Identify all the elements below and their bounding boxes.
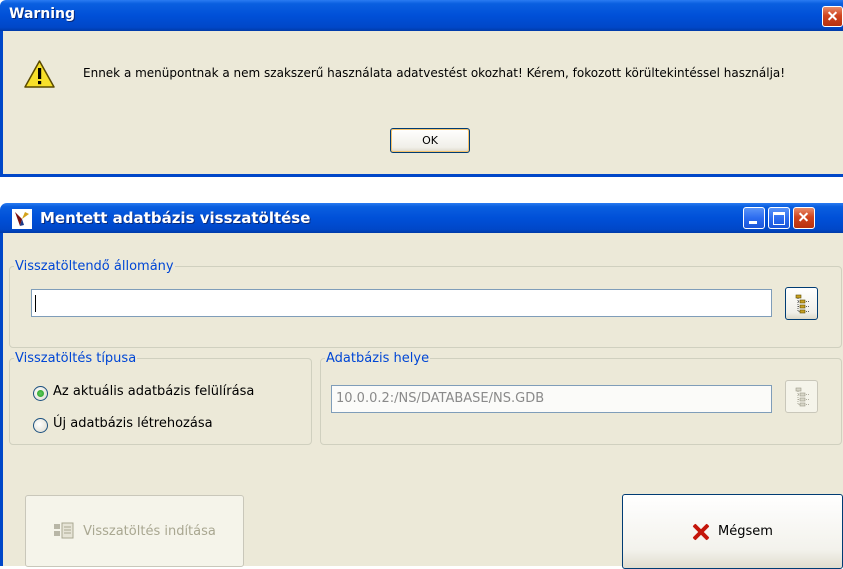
db-location-legend: Adatbázis helye [326, 351, 430, 366]
database-restore-icon [54, 522, 74, 539]
restore-type-legend: Visszatöltés típusa [15, 351, 137, 366]
text-caret [35, 295, 36, 312]
restore-title-bar[interactable]: Mentett adatbázis visszatöltése [0, 203, 843, 233]
folder-tree-icon [795, 387, 809, 407]
ok-button[interactable]: OK [390, 128, 470, 153]
radio-button[interactable] [33, 418, 48, 433]
cancel-label: Mégsem [718, 524, 773, 539]
db-location-input: 10.0.0.2:/NS/DATABASE/NS.GDB [331, 385, 772, 413]
warning-border [0, 174, 843, 177]
warning-close-button[interactable] [822, 6, 843, 27]
cancel-button[interactable]: Mégsem [622, 494, 843, 569]
warning-message: Ennek a menüpontnak a nem szakszerű hasz… [83, 66, 786, 80]
warning-triangle-icon [24, 60, 55, 88]
radio-overwrite-label: Az aktuális adatbázis felülírása [53, 384, 255, 399]
start-restore-button: Visszatöltés indítása [25, 495, 244, 567]
folder-tree-icon [795, 294, 809, 314]
app-icon [12, 209, 32, 229]
restore-close-button[interactable] [793, 207, 815, 229]
warning-dialog: Warning Ennek a menüpontnak a nem szaksz… [0, 0, 843, 177]
cancel-x-icon [692, 523, 710, 541]
window-title: Mentett adatbázis visszatöltése [40, 209, 311, 227]
radio-create-new-label: Új adatbázis létrehozása [53, 416, 213, 431]
minimize-button[interactable] [743, 207, 765, 229]
warning-title-bar[interactable]: Warning [0, 0, 843, 31]
db-browse-button [785, 380, 818, 413]
warning-body [0, 31, 843, 177]
file-path-input[interactable] [31, 289, 772, 317]
warning-title: Warning [9, 6, 76, 22]
file-browse-button[interactable] [785, 287, 818, 320]
maximize-button[interactable] [768, 207, 790, 229]
file-group-legend: Visszatöltendő állomány [15, 259, 174, 274]
start-restore-label: Visszatöltés indítása [83, 523, 216, 539]
radio-button-selected[interactable] [33, 386, 48, 401]
